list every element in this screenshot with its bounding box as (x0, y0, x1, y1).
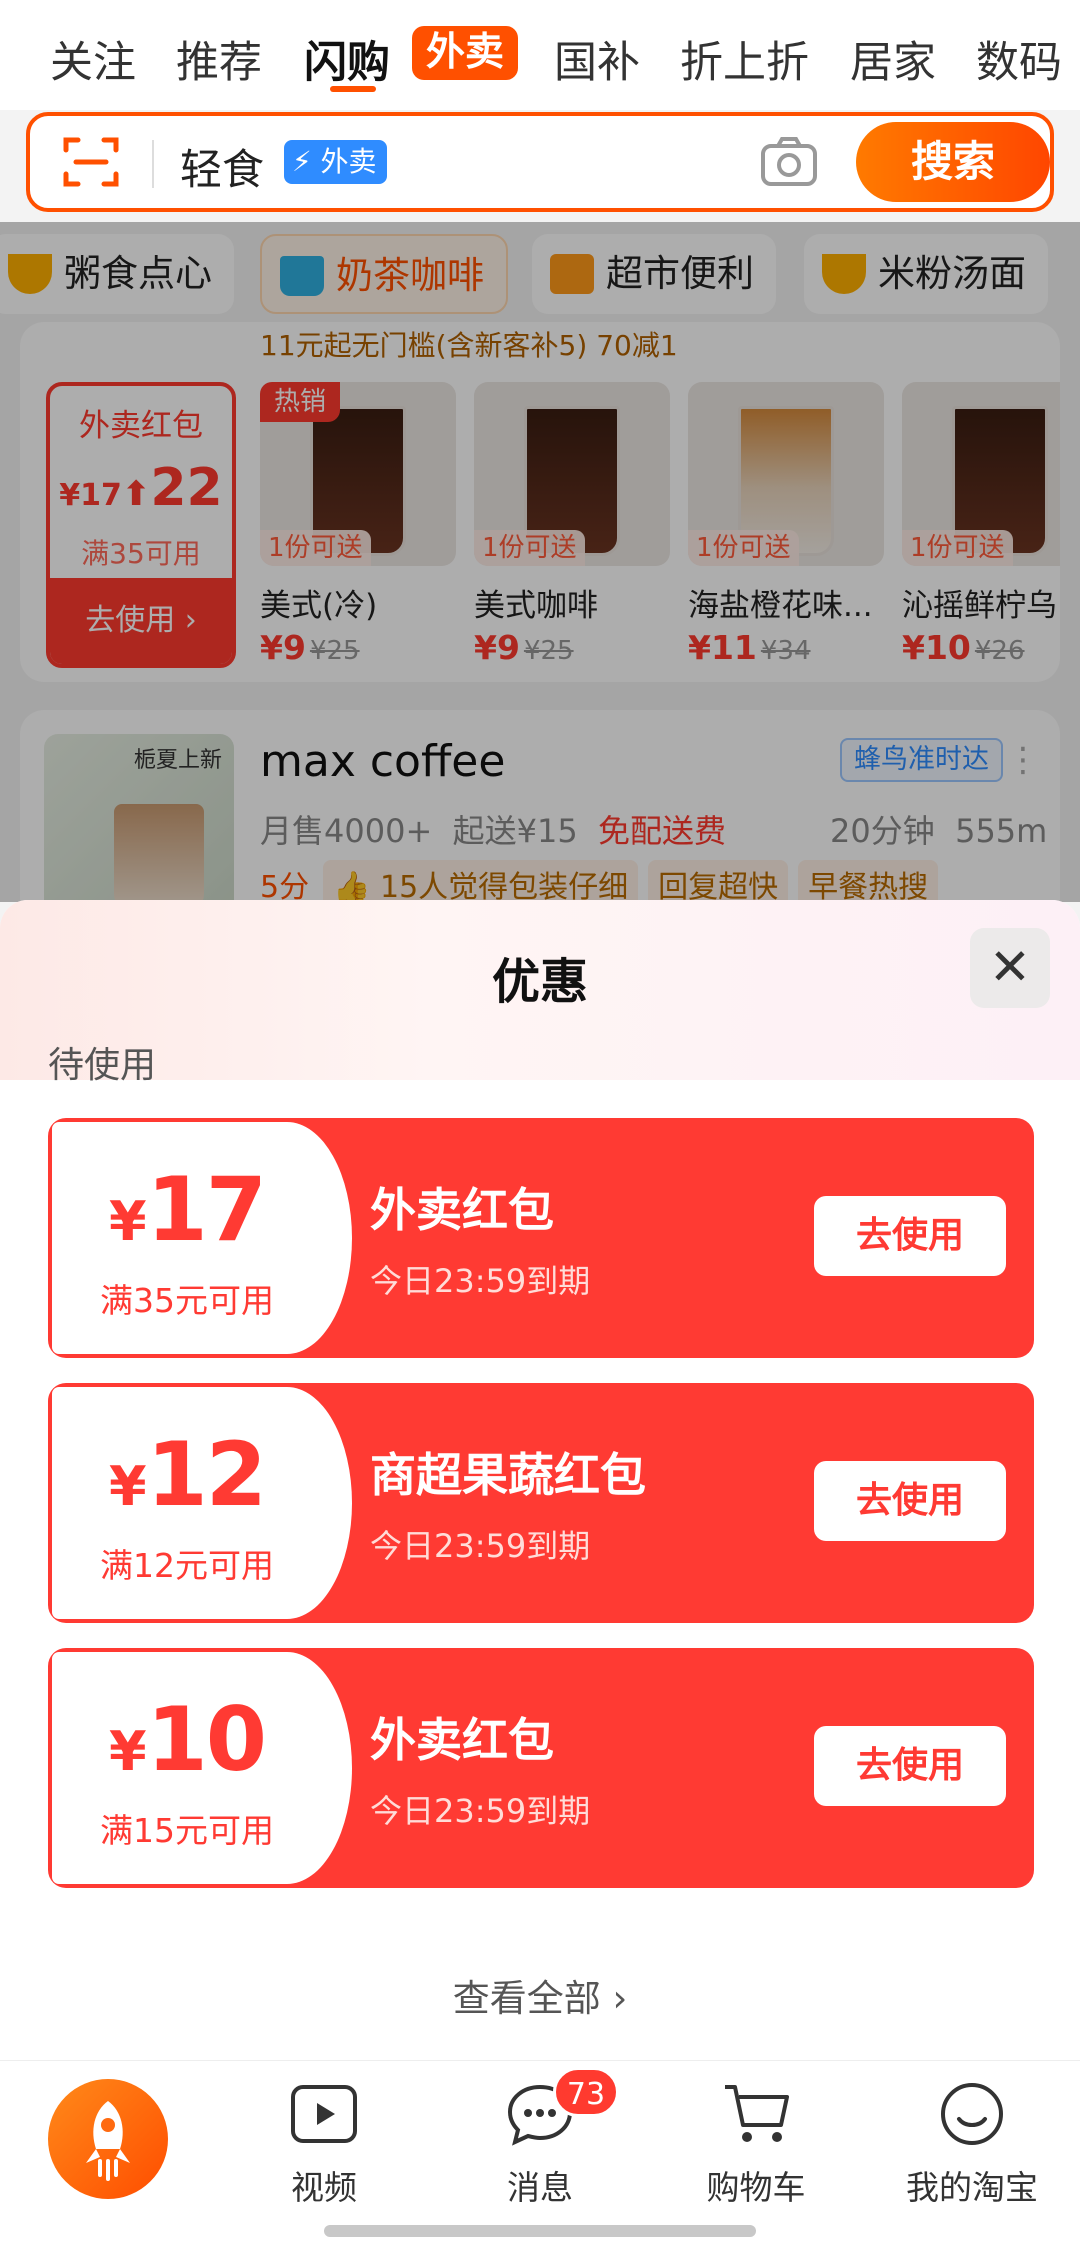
coupon-amount: ¥12 (108, 1423, 267, 1526)
search-input[interactable]: 轻食 (180, 136, 264, 197)
coupon-expiry: 今日23:59到期 (370, 1792, 591, 1830)
home-indicator (324, 2225, 756, 2237)
coupon-card[interactable]: ¥10 满15元可用 外卖红包 今日23:59到期 去使用 (48, 1648, 1034, 1888)
tab-extra-discount[interactable]: 折上折 (680, 28, 809, 90)
coupon-condition: 满35元可用 (100, 1281, 274, 1320)
coupon-condition: 满12元可用 (100, 1546, 274, 1585)
message-count-badge: 73 (553, 2067, 619, 2117)
coupon-title: 外卖红包 (370, 1183, 554, 1237)
tab-follow[interactable]: 关注 (50, 28, 136, 90)
nav-label: 我的淘宝 (906, 2168, 1038, 2207)
active-tab-indicator (330, 86, 376, 92)
section-label: 待使用 (48, 1045, 157, 1086)
nav-cart[interactable]: 购物车 (686, 2081, 826, 2209)
video-icon (291, 2085, 357, 2143)
use-coupon-button[interactable]: 去使用 (814, 1461, 1006, 1541)
camera-icon[interactable] (760, 136, 818, 188)
waimai-chip: ⚡ 外卖 (284, 140, 387, 184)
search-divider (152, 140, 154, 188)
tab-recommend[interactable]: 推荐 (176, 28, 262, 90)
coupon-card[interactable]: ¥12 满12元可用 商超果蔬红包 今日23:59到期 去使用 (48, 1383, 1034, 1623)
nav-label: 消息 (507, 2168, 573, 2207)
coupon-amount: ¥10 (108, 1688, 267, 1791)
coupon-amount-panel: ¥17 满35元可用 (52, 1122, 352, 1354)
coupon-title: 商超果蔬红包 (370, 1448, 646, 1502)
coupon-sheet: 优惠 ✕ 待使用 ¥17 满35元可用 外卖红包 今日23:59到期 去使用 ¥… (0, 900, 1080, 2261)
search-bar[interactable]: 轻食 ⚡ 外卖 搜索 (26, 112, 1054, 212)
tab-digital[interactable]: 数码 (976, 28, 1080, 90)
waimai-badge[interactable]: 外卖 (412, 26, 519, 80)
sheet-title: 优惠 (491, 954, 588, 1010)
tab-flash-buy[interactable]: 闪购 (304, 28, 390, 90)
coupon-amount-panel: ¥12 满12元可用 (52, 1387, 352, 1619)
coupon-title: 外卖红包 (370, 1713, 554, 1767)
nav-video[interactable]: 视频 (254, 2081, 394, 2209)
coupon-card[interactable]: ¥17 满35元可用 外卖红包 今日23:59到期 去使用 (48, 1118, 1034, 1358)
nav-label: 视频 (291, 2168, 357, 2207)
scan-icon[interactable] (62, 134, 120, 190)
modal-backdrop[interactable] (0, 222, 1080, 902)
tab-subsidy[interactable]: 国补 (554, 28, 640, 90)
use-coupon-button[interactable]: 去使用 (814, 1726, 1006, 1806)
nav-my-taobao[interactable]: 我的淘宝 (902, 2081, 1042, 2209)
coupon-amount: ¥17 (108, 1158, 267, 1261)
rocket-icon (86, 2101, 130, 2181)
tab-home-living[interactable]: 居家 (850, 28, 936, 90)
coupon-expiry: 今日23:59到期 (370, 1262, 591, 1300)
top-tab-bar: 关注 推荐 闪购 外卖 国补 折上折 居家 数码 (0, 0, 1080, 110)
view-all-link[interactable]: 查看全部 › (0, 1968, 1080, 2022)
nav-label: 购物车 (706, 2168, 806, 2207)
coupon-amount-panel: ¥10 满15元可用 (52, 1652, 352, 1884)
close-button[interactable]: ✕ (970, 928, 1050, 1008)
coupon-expiry: 今日23:59到期 (370, 1527, 591, 1565)
coupon-condition: 满15元可用 (100, 1811, 274, 1850)
cart-icon (725, 2085, 789, 2142)
profile-face-icon (941, 2083, 1003, 2145)
search-button[interactable]: 搜索 (856, 122, 1050, 202)
use-coupon-button[interactable]: 去使用 (814, 1196, 1006, 1276)
rocket-home-button[interactable] (48, 2079, 168, 2199)
